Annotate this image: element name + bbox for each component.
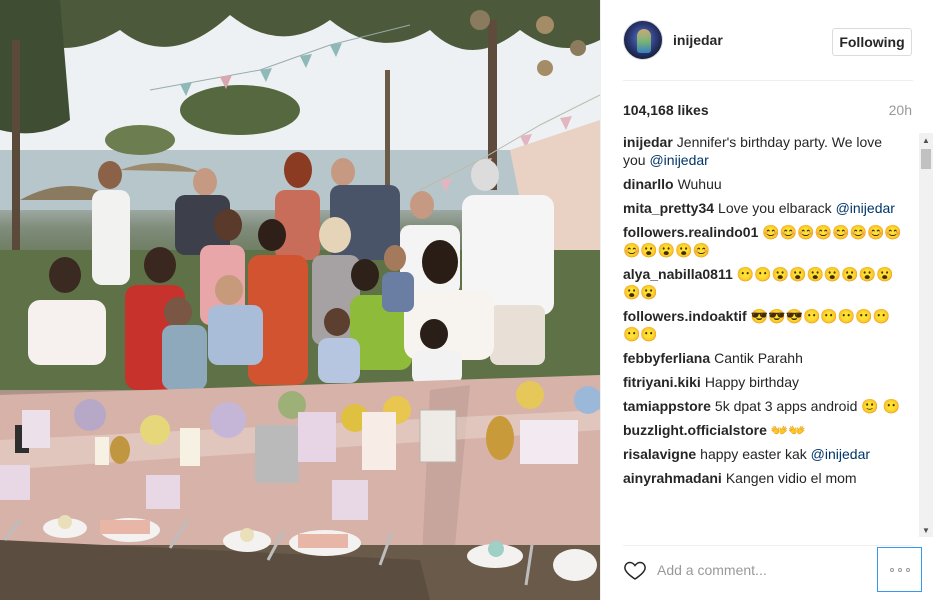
comment-username[interactable]: dinarllo	[623, 176, 674, 192]
footer-divider	[623, 545, 913, 546]
comment-item: followers.indoaktif 😎😎😎😶😶😶😶😶😶😶	[623, 307, 903, 343]
comment-username[interactable]: tamiappstore	[623, 398, 711, 414]
comment-item: inijedar Jennifer's birthday party. We lo…	[623, 133, 903, 169]
comment-mention-link[interactable]: @inijedar	[649, 152, 708, 168]
comment-item: tamiappstore 5k dpat 3 apps android 🙂 😶	[623, 397, 903, 415]
post-timestamp[interactable]: 20h	[889, 102, 912, 118]
comments-list[interactable]: inijedar Jennifer's birthday party. We lo…	[623, 133, 919, 537]
photo-illustration	[0, 0, 600, 600]
post-photo	[0, 0, 600, 600]
comment-text: 👐👐	[770, 422, 806, 438]
more-dot-icon	[897, 567, 902, 572]
comment-text: Wuhuu	[677, 176, 722, 192]
comment-item: risalavigne happy easter kak @inijedar	[623, 445, 903, 463]
comment-username[interactable]: mita_pretty34	[623, 200, 714, 216]
comment-mention-link[interactable]: @inijedar	[836, 200, 895, 216]
more-options-button[interactable]	[877, 547, 922, 592]
post-header: inijedar Following	[623, 20, 913, 64]
avatar[interactable]	[623, 20, 663, 60]
comment-text: Happy birthday	[704, 374, 799, 390]
comment-text: 5k dpat 3 apps android 🙂 😶	[714, 398, 901, 414]
more-dot-icon	[905, 567, 910, 572]
more-dot-icon	[889, 567, 894, 572]
comment-item: febbyferliana Cantik Parahh	[623, 349, 903, 367]
comment-item: buzzlight.officialstore 👐👐	[623, 421, 903, 439]
comments-container: inijedar Jennifer's birthday party. We lo…	[623, 133, 903, 487]
header-divider	[623, 80, 913, 81]
post-sidebar: inijedar Following 104,168 likes 20h ini…	[600, 0, 933, 600]
comment-username[interactable]: ainyrahmadani	[623, 470, 722, 486]
comment-username[interactable]: followers.realindo01	[623, 224, 758, 240]
comment-text: Cantik Parahh	[714, 350, 803, 366]
comment-text: happy easter kak	[700, 446, 807, 462]
comment-username[interactable]: followers.indoaktif	[623, 308, 747, 324]
comment-text: Love you elbarack	[718, 200, 832, 216]
following-button[interactable]: Following	[832, 28, 912, 56]
heart-icon[interactable]	[623, 558, 647, 582]
comment-item: alya_nabilla0811 😶😶😮😮😮😮😮😮😮😮😮	[623, 265, 903, 301]
comment-username[interactable]: inijedar	[623, 134, 673, 150]
comment-item: followers.realindo01 😊😊😊😊😊😊😊😊😊😮😮😮😊	[623, 223, 903, 259]
scroll-down-arrow-icon[interactable]: ▼	[919, 523, 933, 537]
comment-item: fitriyani.kiki Happy birthday	[623, 373, 903, 391]
comment-username[interactable]: fitriyani.kiki	[623, 374, 701, 390]
comment-mention-link[interactable]: @inijedar	[811, 446, 870, 462]
comment-username[interactable]: buzzlight.officialstore	[623, 422, 767, 438]
comment-item: mita_pretty34 Love you elbarack @inijedar	[623, 199, 903, 217]
comment-username[interactable]: risalavigne	[623, 446, 696, 462]
comment-username[interactable]: febbyferliana	[623, 350, 710, 366]
post-author-username[interactable]: inijedar	[673, 32, 723, 48]
add-comment-input[interactable]	[657, 559, 857, 581]
comment-text: Kangen vidio el mom	[725, 470, 857, 486]
scroll-up-arrow-icon[interactable]: ▲	[919, 133, 933, 147]
comment-item: ainyrahmadani Kangen vidio el mom	[623, 469, 903, 487]
scrollbar-thumb[interactable]	[921, 149, 931, 169]
likes-count[interactable]: 104,168 likes	[623, 102, 709, 118]
comment-username[interactable]: alya_nabilla0811	[623, 266, 733, 282]
comment-item: dinarllo Wuhuu	[623, 175, 903, 193]
comments-scrollbar[interactable]: ▲ ▼	[919, 133, 933, 537]
